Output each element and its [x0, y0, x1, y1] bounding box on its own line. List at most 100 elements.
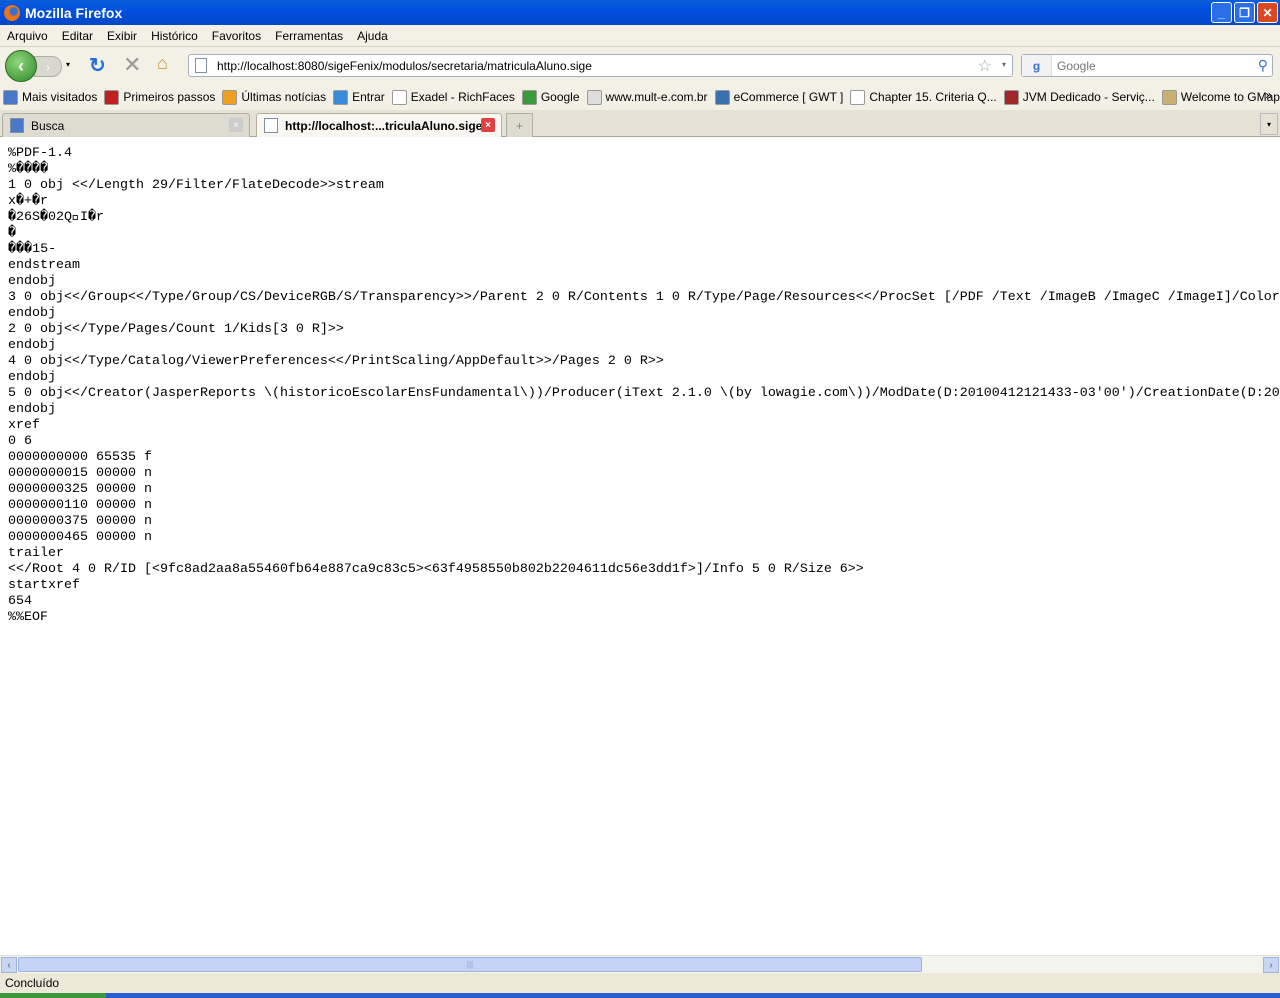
bookmark-item[interactable]: JVM Dedicado - Serviç...: [1004, 90, 1155, 105]
text-line: endobj: [8, 402, 1280, 418]
bookmark-icon: [3, 90, 18, 105]
tab-label: Busca: [31, 119, 64, 133]
text-line: %����: [8, 162, 1280, 178]
text-line: 4 0 obj<</Type/Catalog/ViewerPreferences…: [8, 354, 1280, 370]
bookmark-star-icon[interactable]: ☆: [978, 56, 992, 76]
bookmark-icon: [850, 90, 865, 105]
start-button[interactable]: [0, 993, 106, 998]
text-line: 0000000325 00000 n: [8, 482, 1280, 498]
bookmark-item[interactable]: Chapter 15. Criteria Q...: [850, 90, 996, 105]
page-content: %PDF-1.4 %���� 1 0 obj <</Length 29/Filter…: [0, 137, 1280, 955]
text-line: 0000000375 00000 n: [8, 514, 1280, 530]
bookmark-item[interactable]: Exadel - RichFaces: [392, 90, 515, 105]
text-line: 0000000465 00000 n: [8, 530, 1280, 546]
bookmark-icon: [392, 90, 407, 105]
menu-editar[interactable]: Editar: [55, 29, 100, 43]
tab-close-icon[interactable]: ×: [229, 118, 243, 132]
bookmark-item[interactable]: Últimas notícias: [222, 90, 326, 105]
tab-active[interactable]: http://localhost:...triculaAluno.sige ×: [256, 113, 502, 137]
text-line: endobj: [8, 338, 1280, 354]
bookmark-icon: [715, 90, 730, 105]
text-line: %%EOF: [8, 610, 1280, 626]
history-dropdown-icon[interactable]: ▾: [66, 60, 70, 69]
new-tab-button[interactable]: +: [506, 113, 533, 137]
restore-button[interactable]: ❐: [1234, 2, 1255, 23]
text-line: trailer: [8, 546, 1280, 562]
pdf-raw-text: %PDF-1.4 %���� 1 0 obj <</Length 29/Filter…: [8, 146, 1280, 626]
tab-bar: Busca × http://localhost:...triculaAluno…: [0, 110, 1280, 137]
menu-historico[interactable]: Histórico: [144, 29, 205, 43]
firefox-icon: [4, 5, 20, 21]
tab-busca[interactable]: Busca ×: [2, 113, 250, 137]
text-line: 0 6: [8, 434, 1280, 450]
bookmark-label: Últimas notícias: [241, 90, 326, 104]
menu-bar: Arquivo Editar Exibir Histórico Favorito…: [0, 25, 1280, 47]
menu-exibir[interactable]: Exibir: [100, 29, 144, 43]
bookmark-icon: [1004, 90, 1019, 105]
stop-icon[interactable]: ✕: [123, 52, 141, 78]
page-icon: [195, 58, 207, 73]
tab-close-icon[interactable]: ×: [481, 118, 495, 132]
tab-list-button[interactable]: ▾: [1260, 113, 1278, 135]
bookmarks-overflow-icon[interactable]: »: [1265, 88, 1272, 102]
tab-favicon: [10, 118, 24, 133]
search-icon[interactable]: ⚲: [1258, 57, 1268, 74]
text-line: 1 0 obj <</Length 29/Filter/FlateDecode>…: [8, 178, 1280, 194]
bookmark-item[interactable]: Welcome to GMaps4JSF: [1162, 90, 1280, 105]
bookmark-icon: [222, 90, 237, 105]
bookmark-label: Entrar: [352, 90, 385, 104]
bookmark-label: Google: [541, 90, 580, 104]
bookmarks-toolbar: Mais visitados Primeiros passos Últimas no…: [0, 84, 1280, 110]
menu-ajuda[interactable]: Ajuda: [350, 29, 395, 43]
bookmark-icon: [333, 90, 348, 105]
bookmark-item[interactable]: Mais visitados: [3, 90, 97, 105]
scroll-right-button[interactable]: ›: [1263, 957, 1279, 973]
url-text[interactable]: http://localhost:8080/sigeFenix/modulos/…: [217, 59, 592, 73]
menu-ferramentas[interactable]: Ferramentas: [268, 29, 350, 43]
back-button[interactable]: ‹: [5, 50, 37, 82]
text-line: �: [8, 226, 1280, 242]
text-line: endobj: [8, 274, 1280, 290]
text-line: x�+�r: [8, 194, 1280, 210]
url-dropdown-icon[interactable]: ▾: [1002, 60, 1006, 69]
url-bar[interactable]: http://localhost:8080/sigeFenix/modulos/…: [188, 54, 1013, 77]
bookmark-item[interactable]: eCommerce [ GWT ]: [715, 90, 844, 105]
text-line: 2 0 obj<</Type/Pages/Count 1/Kids[3 0 R]…: [8, 322, 1280, 338]
bookmark-item[interactable]: Google: [522, 90, 580, 105]
text-line: �26S�02Q I�r: [8, 210, 1280, 226]
text-line: ���15-: [8, 242, 1280, 258]
bookmark-icon: [1162, 90, 1177, 105]
forward-button[interactable]: ›: [34, 56, 62, 77]
close-button[interactable]: ✕: [1257, 2, 1278, 23]
search-engine-icon[interactable]: g: [1022, 55, 1052, 76]
reload-icon[interactable]: ↻: [89, 53, 106, 78]
scroll-left-button[interactable]: ‹: [1, 957, 17, 973]
menu-arquivo[interactable]: Arquivo: [0, 29, 55, 43]
text-line: 3 0 obj<</Group<</Type/Group/CS/DeviceRG…: [8, 290, 1280, 306]
bookmark-item[interactable]: Entrar: [333, 90, 385, 105]
bookmark-label: Primeiros passos: [123, 90, 215, 104]
horizontal-scrollbar[interactable]: ‹ ||| ›: [0, 955, 1280, 973]
tab-label: http://localhost:...triculaAluno.sige: [285, 119, 482, 133]
text-line: 0000000000 65535 f: [8, 450, 1280, 466]
menu-favoritos[interactable]: Favoritos: [205, 29, 268, 43]
bookmark-label: Chapter 15. Criteria Q...: [869, 90, 996, 104]
search-bar: g ⚲: [1021, 54, 1273, 77]
home-icon[interactable]: ⌂: [157, 53, 168, 74]
bookmark-item[interactable]: Primeiros passos: [104, 90, 215, 105]
text-line: 0000000015 00000 n: [8, 466, 1280, 482]
text-line: 654: [8, 594, 1280, 610]
scrollbar-thumb[interactable]: |||: [18, 957, 922, 972]
bookmark-label: Mais visitados: [22, 90, 97, 104]
text-line: startxref: [8, 578, 1280, 594]
status-bar: Concluído: [0, 973, 1280, 993]
text-line: endobj: [8, 306, 1280, 322]
text-line: <</Root 4 0 R/ID [<9fc8ad2aa8a55460fb64e…: [8, 562, 1280, 578]
text-line: 5 0 obj<</Creator(JasperReports \(histor…: [8, 386, 1280, 402]
window-title: Mozilla Firefox: [25, 5, 122, 21]
minimize-button[interactable]: _: [1211, 2, 1232, 23]
bookmark-item[interactable]: www.mult-e.com.br: [587, 90, 708, 105]
text-line: endstream: [8, 258, 1280, 274]
search-input[interactable]: [1052, 59, 1242, 73]
text-line: 0000000110 00000 n: [8, 498, 1280, 514]
